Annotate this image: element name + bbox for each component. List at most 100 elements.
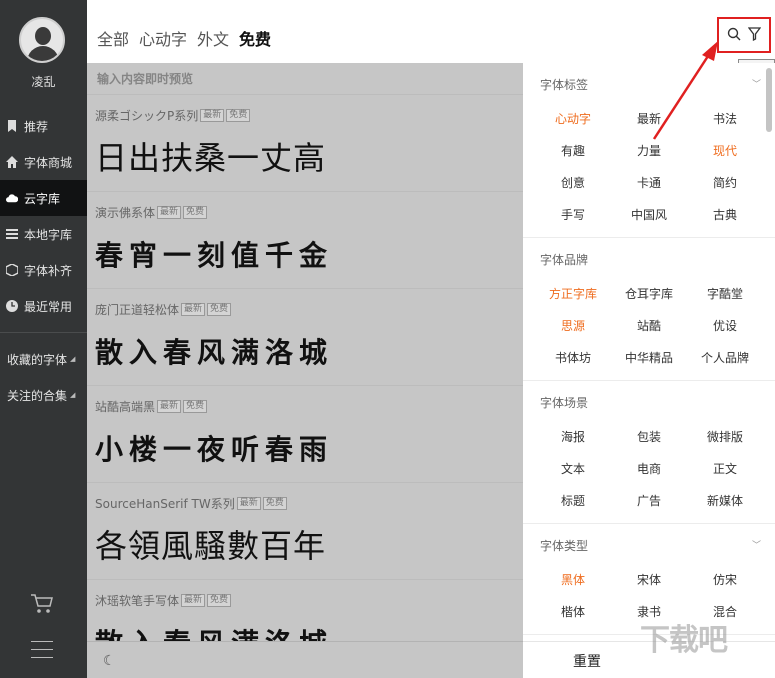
filter-option[interactable]: 有趣 <box>535 135 611 167</box>
cloud-icon <box>6 192 18 204</box>
filter-option[interactable]: 中国风 <box>611 199 687 231</box>
free-badge: 免费 <box>183 400 208 413</box>
filter-section-title[interactable]: 字体标签 ﹀ <box>523 63 775 103</box>
font-entry[interactable]: 站酷高端黑 最新 免费 小楼一夜听春雨 <box>87 386 523 483</box>
sidebar-group-label: 收藏的字体 <box>7 352 68 367</box>
filter-section-title[interactable]: 字体场景 <box>523 381 775 421</box>
filter-option[interactable]: 黑体 <box>535 564 611 596</box>
font-name: 沐瑶软笔手写体 <box>95 594 180 608</box>
new-badge: 最新 <box>181 303 206 316</box>
font-sample: 日出扶桑一丈高 <box>95 139 327 177</box>
filter-option[interactable]: 书法 <box>687 103 763 135</box>
tab-foreign[interactable]: 外文 <box>197 26 229 50</box>
filter-option[interactable]: 电商 <box>611 453 687 485</box>
search-icon[interactable] <box>727 26 741 45</box>
filter-option[interactable]: 站酷 <box>611 310 687 342</box>
header: 全部 心动字 外文 免费 <box>87 0 775 63</box>
sidebar-item-label: 字体补齐 <box>24 263 73 278</box>
filter-option[interactable]: 个人品牌 <box>687 342 763 374</box>
font-name: 源柔ゴシックP系列 <box>95 109 199 123</box>
section-title-text: 字体类型 <box>540 539 589 553</box>
filter-option[interactable]: 文本 <box>535 453 611 485</box>
sidebar-item-local-library[interactable]: 本地字库 <box>0 216 87 252</box>
panel-scrollbar[interactable] <box>766 68 772 132</box>
filter-option[interactable]: 简约 <box>687 167 763 199</box>
filter-section-title[interactable]: 字体类型 ﹀ <box>523 524 775 564</box>
filter-option[interactable]: 微排版 <box>687 421 763 453</box>
filter-option[interactable]: 正文 <box>687 453 763 485</box>
font-meta: SourceHanSerif TW系列 最新 免费 <box>95 495 287 512</box>
sidebar-item-label: 推荐 <box>24 119 49 134</box>
filter-icon[interactable] <box>748 26 762 45</box>
font-name: 站酷高端黑 <box>95 400 156 414</box>
sidebar: 凌乱 推荐 字体商城 云字库 本地字库 字体补齐 最近常用 收藏的字体 ◢ 关注… <box>0 0 87 678</box>
tab-all[interactable]: 全部 <box>97 26 129 50</box>
sidebar-item-cloud-library[interactable]: 云字库 <box>0 180 87 216</box>
new-badge: 最新 <box>157 206 182 219</box>
font-entry[interactable]: 源柔ゴシックP系列 最新 免费 日出扶桑一丈高 <box>87 95 523 192</box>
new-badge: 最新 <box>200 109 225 122</box>
filter-grid: 心动字 最新 书法 有趣 力量 现代 创意 卡通 简约 手写 中国风 古典 <box>523 103 775 231</box>
font-name: SourceHanSerif TW系列 <box>95 497 235 511</box>
hamburger-menu-icon[interactable] <box>31 641 53 659</box>
font-entry[interactable]: 演示佛系体 最新 免费 春宵一刻值千金 <box>87 192 523 289</box>
filter-option[interactable]: 楷体 <box>535 596 611 628</box>
filter-option[interactable]: 广告 <box>611 485 687 517</box>
filter-option[interactable]: 字酷堂 <box>687 278 763 310</box>
filter-option[interactable]: 书体坊 <box>535 342 611 374</box>
sidebar-item-font-complete[interactable]: 字体补齐 <box>0 252 87 288</box>
filter-option[interactable]: 卡通 <box>611 167 687 199</box>
filter-option[interactable]: 仓耳字库 <box>611 278 687 310</box>
section-title-text: 字体场景 <box>540 396 589 410</box>
filter-option[interactable]: 包装 <box>611 421 687 453</box>
filter-option[interactable]: 思源 <box>535 310 611 342</box>
sidebar-item-label: 字体商城 <box>24 155 73 170</box>
font-meta: 站酷高端黑 最新 免费 <box>95 398 208 415</box>
filter-option[interactable]: 创意 <box>535 167 611 199</box>
tab-favorite-fonts[interactable]: 心动字 <box>139 26 187 50</box>
cart-icon[interactable] <box>30 594 54 614</box>
filter-option[interactable]: 海报 <box>535 421 611 453</box>
filter-option[interactable]: 优设 <box>687 310 763 342</box>
sidebar-group-favorites[interactable]: 收藏的字体 ◢ <box>0 341 87 377</box>
font-entry[interactable]: SourceHanSerif TW系列 最新 免费 各領風騷數百年 <box>87 483 523 580</box>
sidebar-group-followed[interactable]: 关注的合集 ◢ <box>0 377 87 413</box>
section-title-text: 字体品牌 <box>540 253 589 267</box>
filter-section-scenes: 字体场景 海报 包装 微排版 文本 电商 正文 标题 广告 新媒体 <box>523 381 775 524</box>
preview-input-hint[interactable]: 输入内容即时预览 <box>87 63 523 95</box>
triangle-icon: ◢ <box>70 355 76 363</box>
font-entry[interactable]: 沐瑶软笔手写体最新免费 散入春风满洛城 <box>87 580 523 641</box>
avatar[interactable] <box>19 17 65 63</box>
filter-option[interactable]: 古典 <box>687 199 763 231</box>
font-sample: 散入春风满洛城 <box>95 336 334 369</box>
filter-option[interactable]: 最新 <box>611 103 687 135</box>
sidebar-item-recent[interactable]: 最近常用 <box>0 288 87 324</box>
reset-button[interactable]: 重置 <box>573 651 601 671</box>
new-badge: 最新 <box>157 400 182 413</box>
category-tabs: 全部 心动字 外文 免费 <box>97 26 281 50</box>
filter-option[interactable]: 方正字库 <box>535 278 611 310</box>
tab-free[interactable]: 免费 <box>239 26 272 50</box>
filter-section-title[interactable]: 字体品牌 <box>523 238 775 278</box>
sidebar-item-recommend[interactable]: 推荐 <box>0 108 87 144</box>
font-meta: 源柔ゴシックP系列 最新 免费 <box>95 107 251 124</box>
filter-section-tags: 字体标签 ﹀ 心动字 最新 书法 有趣 力量 现代 创意 卡通 简约 手写 中国风… <box>523 63 775 238</box>
filter-option[interactable]: 标题 <box>535 485 611 517</box>
sidebar-group-label: 关注的合集 <box>7 388 68 403</box>
filter-option[interactable]: 现代 <box>687 135 763 167</box>
free-badge: 免费 <box>262 497 287 510</box>
filter-option[interactable]: 仿宋 <box>687 564 763 596</box>
night-mode-icon[interactable]: ☾ <box>103 653 116 669</box>
sidebar-item-font-store[interactable]: 字体商城 <box>0 144 87 180</box>
filter-option[interactable]: 手写 <box>535 199 611 231</box>
filter-option[interactable]: 力量 <box>611 135 687 167</box>
filter-option[interactable]: 新媒体 <box>687 485 763 517</box>
filter-option[interactable]: 中华精品 <box>611 342 687 374</box>
font-entry[interactable]: 庞门正道轻松体 最新 免费 散入春风满洛城 <box>87 289 523 386</box>
watermark: 下载吧 <box>640 623 728 658</box>
home-icon <box>6 156 18 168</box>
free-badge: 免费 <box>207 594 232 607</box>
filter-option[interactable]: 宋体 <box>611 564 687 596</box>
sidebar-item-label: 最近常用 <box>24 299 73 314</box>
filter-option[interactable]: 心动字 <box>535 103 611 135</box>
